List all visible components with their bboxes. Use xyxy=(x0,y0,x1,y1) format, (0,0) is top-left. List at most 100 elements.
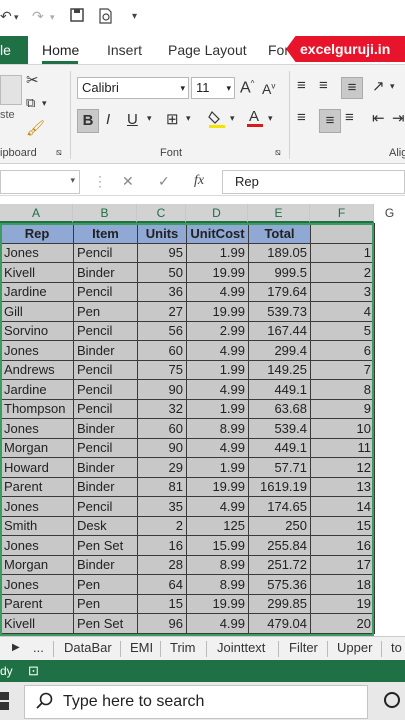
index-cell[interactable]: 13 xyxy=(310,476,375,497)
clipboard-launcher-icon[interactable]: ⧅ xyxy=(56,147,62,158)
align-right-icon[interactable]: ≡ xyxy=(345,109,354,126)
table-cell[interactable]: Pencil xyxy=(73,496,138,517)
table-cell[interactable]: Pencil xyxy=(73,379,138,400)
header-cell[interactable]: Total xyxy=(248,223,311,244)
table-cell[interactable]: 95 xyxy=(137,242,187,263)
header-cell[interactable]: Item xyxy=(73,223,138,244)
index-cell[interactable]: 12 xyxy=(310,457,375,478)
table-cell[interactable]: Morgan xyxy=(0,437,74,458)
align-center-icon[interactable]: ≡ xyxy=(319,109,341,133)
table-cell[interactable]: Binder xyxy=(73,476,138,497)
table-cell[interactable]: Parent xyxy=(0,593,74,614)
font-color-icon[interactable]: A xyxy=(246,107,264,133)
table-cell[interactable]: 575.36 xyxy=(248,574,311,595)
index-cell[interactable]: 8 xyxy=(310,379,375,400)
copy-icon[interactable]: ⧉ xyxy=(26,95,35,111)
index-cell[interactable]: 7 xyxy=(310,359,375,380)
table-cell[interactable]: Pencil xyxy=(73,320,138,341)
table-cell[interactable]: Gill xyxy=(0,301,74,322)
table-cell[interactable]: 19.99 xyxy=(186,593,249,614)
table-cell[interactable]: 539.73 xyxy=(248,301,311,322)
table-cell[interactable]: 449.1 xyxy=(248,379,311,400)
top-align-icon[interactable]: ≡ xyxy=(297,77,306,94)
cut-icon[interactable]: ✂ xyxy=(26,71,39,89)
column-header-f[interactable]: F xyxy=(310,204,374,223)
table-cell[interactable]: Sorvino xyxy=(0,320,74,341)
table-cell[interactable]: 479.04 xyxy=(248,613,311,634)
name-box[interactable]: ▾ xyxy=(0,170,80,194)
table-cell[interactable]: Desk xyxy=(73,515,138,536)
table-cell[interactable]: 56 xyxy=(137,320,187,341)
table-cell[interactable]: 1.99 xyxy=(186,457,249,478)
scroll-tabs-right-icon[interactable]: ▶ xyxy=(12,642,20,653)
index-cell[interactable]: 15 xyxy=(310,515,375,536)
column-header-g[interactable]: G xyxy=(374,204,405,223)
table-cell[interactable]: 149.25 xyxy=(248,359,311,380)
table-cell[interactable]: 19.99 xyxy=(186,262,249,283)
font-size-select[interactable]: 11 ▾ xyxy=(191,77,235,99)
table-cell[interactable]: 29 xyxy=(137,457,187,478)
sheet-tab-databar[interactable]: DataBar xyxy=(64,640,112,655)
tab-file[interactable]: le xyxy=(0,36,28,64)
underline-dropdown-icon[interactable]: ▾ xyxy=(147,113,152,124)
index-cell[interactable]: 14 xyxy=(310,496,375,517)
table-cell[interactable]: Pen Set xyxy=(73,535,138,556)
paste-icon[interactable] xyxy=(0,75,22,105)
header-cell[interactable]: Units xyxy=(137,223,187,244)
table-cell[interactable]: 63.68 xyxy=(248,398,311,419)
format-painter-icon[interactable]: 🖌 xyxy=(26,119,45,137)
table-cell[interactable]: 999.5 xyxy=(248,262,311,283)
index-cell[interactable]: 4 xyxy=(310,301,375,322)
sheet-tab-emi[interactable]: EMI xyxy=(130,640,153,655)
table-cell[interactable]: 75 xyxy=(137,359,187,380)
table-cell[interactable]: 1.99 xyxy=(186,359,249,380)
accessibility-icon[interactable]: ⊡ xyxy=(28,663,39,679)
table-cell[interactable]: 64 xyxy=(137,574,187,595)
bold-button[interactable]: B xyxy=(77,109,99,133)
enter-icon[interactable]: ✓ xyxy=(158,173,170,190)
table-cell[interactable]: 28 xyxy=(137,554,187,575)
tab-home[interactable]: Home xyxy=(42,42,79,58)
save-icon[interactable] xyxy=(70,8,84,25)
table-cell[interactable]: Smith xyxy=(0,515,74,536)
cortana-icon[interactable] xyxy=(383,691,401,712)
undo-icon[interactable]: ↶ xyxy=(0,8,12,25)
column-header-d[interactable]: D xyxy=(186,204,248,223)
copy-dropdown-icon[interactable]: ▾ xyxy=(42,98,47,109)
header-cell[interactable]: UnitCost xyxy=(186,223,249,244)
table-cell[interactable]: 4.99 xyxy=(186,340,249,361)
table-cell[interactable]: 1.99 xyxy=(186,242,249,263)
table-cell[interactable]: 4.99 xyxy=(186,496,249,517)
empty-cell[interactable] xyxy=(310,223,375,244)
table-cell[interactable]: 81 xyxy=(137,476,187,497)
table-cell[interactable]: Binder xyxy=(73,554,138,575)
table-cell[interactable]: 250 xyxy=(248,515,311,536)
table-cell[interactable]: Binder xyxy=(73,262,138,283)
sheet-tab-filter[interactable]: Filter xyxy=(289,640,318,655)
sheet-tab-upper[interactable]: Upper xyxy=(337,640,372,655)
align-left-icon[interactable]: ≡ xyxy=(297,109,306,126)
table-cell[interactable]: 50 xyxy=(137,262,187,283)
table-cell[interactable]: 60 xyxy=(137,340,187,361)
tab-page-layout[interactable]: Page Layout xyxy=(168,42,247,58)
table-cell[interactable]: 125 xyxy=(186,515,249,536)
underline-button[interactable]: U xyxy=(127,111,138,128)
table-cell[interactable]: 449.1 xyxy=(248,437,311,458)
italic-button[interactable]: I xyxy=(106,111,110,128)
table-cell[interactable]: Jones xyxy=(0,418,74,439)
table-cell[interactable]: 60 xyxy=(137,418,187,439)
table-cell[interactable]: 8.99 xyxy=(186,574,249,595)
table-cell[interactable]: Jones xyxy=(0,535,74,556)
table-cell[interactable]: Jones xyxy=(0,574,74,595)
column-header-a[interactable]: A xyxy=(0,204,73,223)
index-cell[interactable]: 17 xyxy=(310,554,375,575)
table-cell[interactable]: Pen xyxy=(73,593,138,614)
table-cell[interactable]: Howard xyxy=(0,457,74,478)
taskbar-search-input[interactable]: Type here to search xyxy=(24,685,368,719)
table-cell[interactable]: 1619.19 xyxy=(248,476,311,497)
table-cell[interactable]: 96 xyxy=(137,613,187,634)
more-sheets-button[interactable]: ... xyxy=(33,640,44,655)
font-color-dropdown-icon[interactable]: ▾ xyxy=(268,113,273,124)
table-cell[interactable]: 57.71 xyxy=(248,457,311,478)
table-cell[interactable]: 167.44 xyxy=(248,320,311,341)
